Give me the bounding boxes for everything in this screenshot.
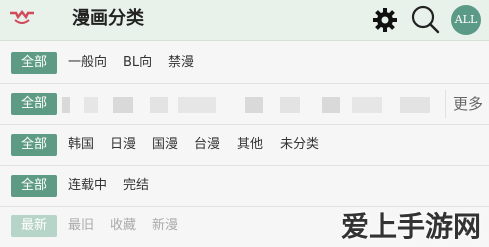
filter-tag[interactable]: BL向 bbox=[123, 52, 152, 74]
blurred-tag[interactable] bbox=[352, 97, 382, 113]
filter-tag[interactable]: 连载中 bbox=[68, 175, 107, 197]
sort-tag[interactable]: 最旧 bbox=[68, 215, 94, 237]
blurred-tag[interactable] bbox=[178, 97, 216, 113]
blurred-tag[interactable] bbox=[62, 97, 70, 113]
filter-tag[interactable]: 国漫 bbox=[152, 134, 178, 156]
filter-tag[interactable]: 未分类 bbox=[280, 134, 319, 156]
filter-tag-all[interactable]: 全部 bbox=[11, 52, 57, 74]
search-icon[interactable] bbox=[410, 4, 440, 34]
filter-tag[interactable]: 一般向 bbox=[68, 52, 107, 74]
logo-icon[interactable] bbox=[8, 9, 36, 29]
watermark: 爱上手游网 bbox=[340, 210, 481, 243]
blurred-tag[interactable] bbox=[245, 97, 263, 113]
more-button[interactable]: 更多 bbox=[453, 93, 483, 115]
blurred-tag[interactable] bbox=[113, 97, 133, 113]
sort-tag-newest[interactable]: 最新 bbox=[11, 215, 57, 237]
filter-row-status: 全部 连载中 完结 bbox=[0, 166, 489, 207]
filter-tag[interactable]: 其他 bbox=[237, 134, 263, 156]
filter-row-region: 全部 韩国 日漫 国漫 台漫 其他 未分类 bbox=[0, 125, 489, 166]
filter-tag[interactable]: 台漫 bbox=[194, 134, 220, 156]
blurred-tag[interactable] bbox=[322, 97, 340, 113]
blurred-tag[interactable] bbox=[84, 97, 98, 113]
blurred-tag[interactable] bbox=[400, 97, 430, 113]
filter-tag-all[interactable]: 全部 bbox=[11, 175, 57, 197]
filter-row-genre: 全部 更多 bbox=[0, 84, 489, 125]
filter-tag[interactable]: 日漫 bbox=[110, 134, 136, 156]
sort-tag[interactable]: 收藏 bbox=[110, 215, 136, 237]
top-bar: 漫画分类 ALL bbox=[0, 0, 489, 41]
gear-icon[interactable] bbox=[371, 6, 399, 34]
filter-row-audience: 全部 一般向 BL向 禁漫 bbox=[0, 43, 489, 84]
blurred-tag[interactable] bbox=[280, 97, 300, 113]
filter-tag-all[interactable]: 全部 bbox=[11, 134, 57, 156]
filter-tag[interactable]: 完结 bbox=[123, 175, 149, 197]
filter-tag-all[interactable]: 全部 bbox=[11, 93, 57, 115]
filter-tag[interactable]: 禁漫 bbox=[168, 52, 194, 74]
divider bbox=[445, 90, 446, 118]
page-title: 漫画分类 bbox=[72, 8, 144, 29]
sort-tag[interactable]: 新漫 bbox=[152, 215, 178, 237]
filter-tag[interactable]: 韩国 bbox=[68, 134, 94, 156]
blurred-tag[interactable] bbox=[150, 97, 168, 113]
avatar[interactable]: ALL bbox=[451, 5, 481, 35]
